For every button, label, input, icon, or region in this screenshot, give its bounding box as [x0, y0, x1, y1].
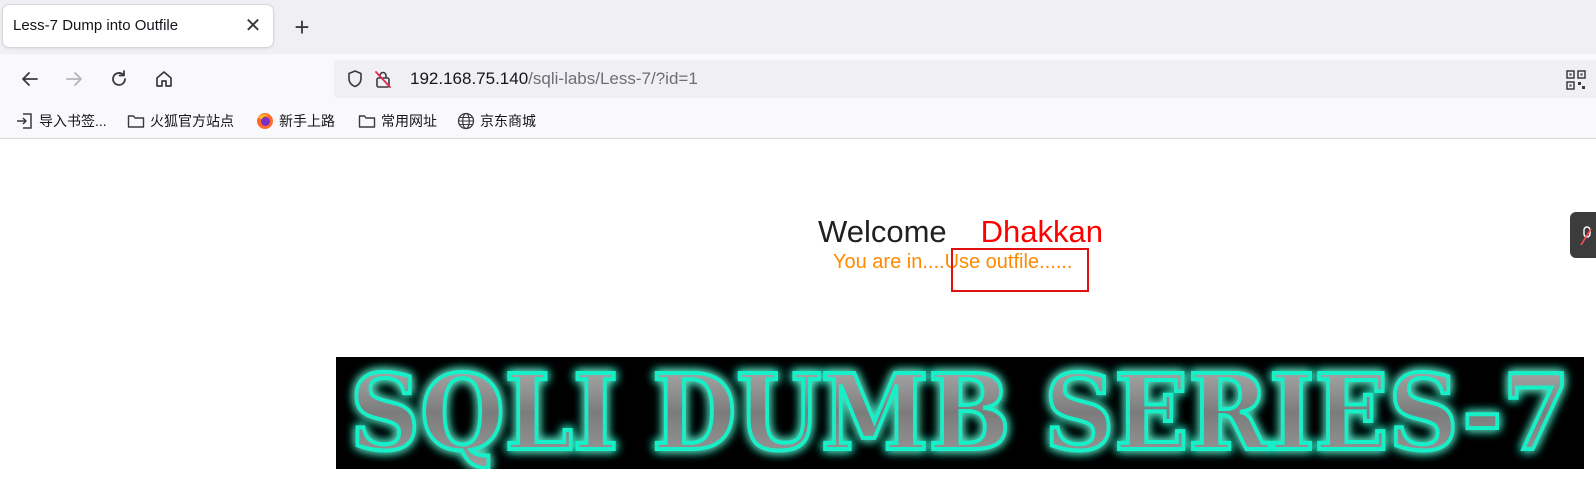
insecure-lock-icon[interactable] [372, 68, 394, 90]
url-path: /sqli-labs/Less-7/?id=1 [528, 69, 698, 88]
forward-arrow-icon [66, 72, 82, 86]
highlight-box [951, 248, 1089, 292]
bookmark-label: 导入书签... [39, 113, 107, 129]
bookmark-label: 常用网址 [381, 113, 437, 129]
bookmark-firefox-site[interactable]: 火狐官方站点 [127, 111, 234, 131]
address-bar[interactable]: 192.168.75.140/sqli-labs/Less-7/?id=1 [334, 60, 1596, 98]
tab-title: Less-7 Dump into Outfile [13, 17, 179, 34]
shield-icon[interactable] [344, 68, 366, 90]
bookmark-label: 新手上路 [279, 113, 335, 129]
banner-art: SQLI DUMB SERIES-7 [348, 349, 1572, 476]
bookmark-jd[interactable]: 京东商城 [457, 111, 536, 131]
welcome-text: Welcome [818, 214, 947, 249]
banner-text: SQLI DUMB SERIES-7 [350, 357, 1570, 469]
bookmark-import[interactable]: 导入书签... [16, 111, 107, 131]
bookmark-common-sites[interactable]: 常用网址 [358, 111, 437, 131]
forward-button[interactable] [59, 64, 89, 94]
folder-icon [358, 112, 376, 130]
close-tab-icon[interactable]: ✕ [241, 14, 265, 38]
nav-bar: 192.168.75.140/sqli-labs/Less-7/?id=1 [0, 54, 1596, 104]
globe-icon [457, 112, 475, 130]
status-prefix: You are in.... [833, 251, 945, 273]
firefox-icon [256, 112, 274, 130]
back-button[interactable] [15, 64, 45, 94]
welcome-heading: Welcome Dhakkan [818, 214, 1103, 250]
bookmark-label: 火狐官方站点 [150, 113, 234, 129]
series-banner: SQLI DUMB SERIES-7 [336, 349, 1584, 476]
url-host: 192.168.75.140 [410, 69, 529, 88]
new-tab-button[interactable]: + [288, 13, 316, 41]
url-text[interactable]: 192.168.75.140/sqli-labs/Less-7/?id=1 [410, 69, 698, 89]
mic-muted-icon [1580, 226, 1592, 246]
bookmark-label: 京东商城 [480, 113, 536, 129]
bookmarks-toolbar: 导入书签... 火狐官方站点 新手上路 常用网址 京东商城 [0, 104, 1596, 139]
user-name: Dhakkan [980, 214, 1103, 249]
reload-icon [112, 70, 126, 86]
browser-tab[interactable]: Less-7 Dump into Outfile ✕ [3, 5, 273, 47]
import-icon [16, 112, 34, 130]
folder-icon [127, 112, 145, 130]
home-button[interactable] [149, 64, 179, 94]
side-panel-tab[interactable] [1570, 212, 1596, 258]
reload-button[interactable] [104, 64, 134, 94]
tab-strip: Less-7 Dump into Outfile ✕ + [0, 0, 1596, 54]
qr-code-icon[interactable] [1566, 70, 1586, 90]
bookmark-getting-started[interactable]: 新手上路 [256, 111, 335, 131]
home-icon [156, 71, 172, 87]
back-arrow-icon [22, 72, 38, 86]
